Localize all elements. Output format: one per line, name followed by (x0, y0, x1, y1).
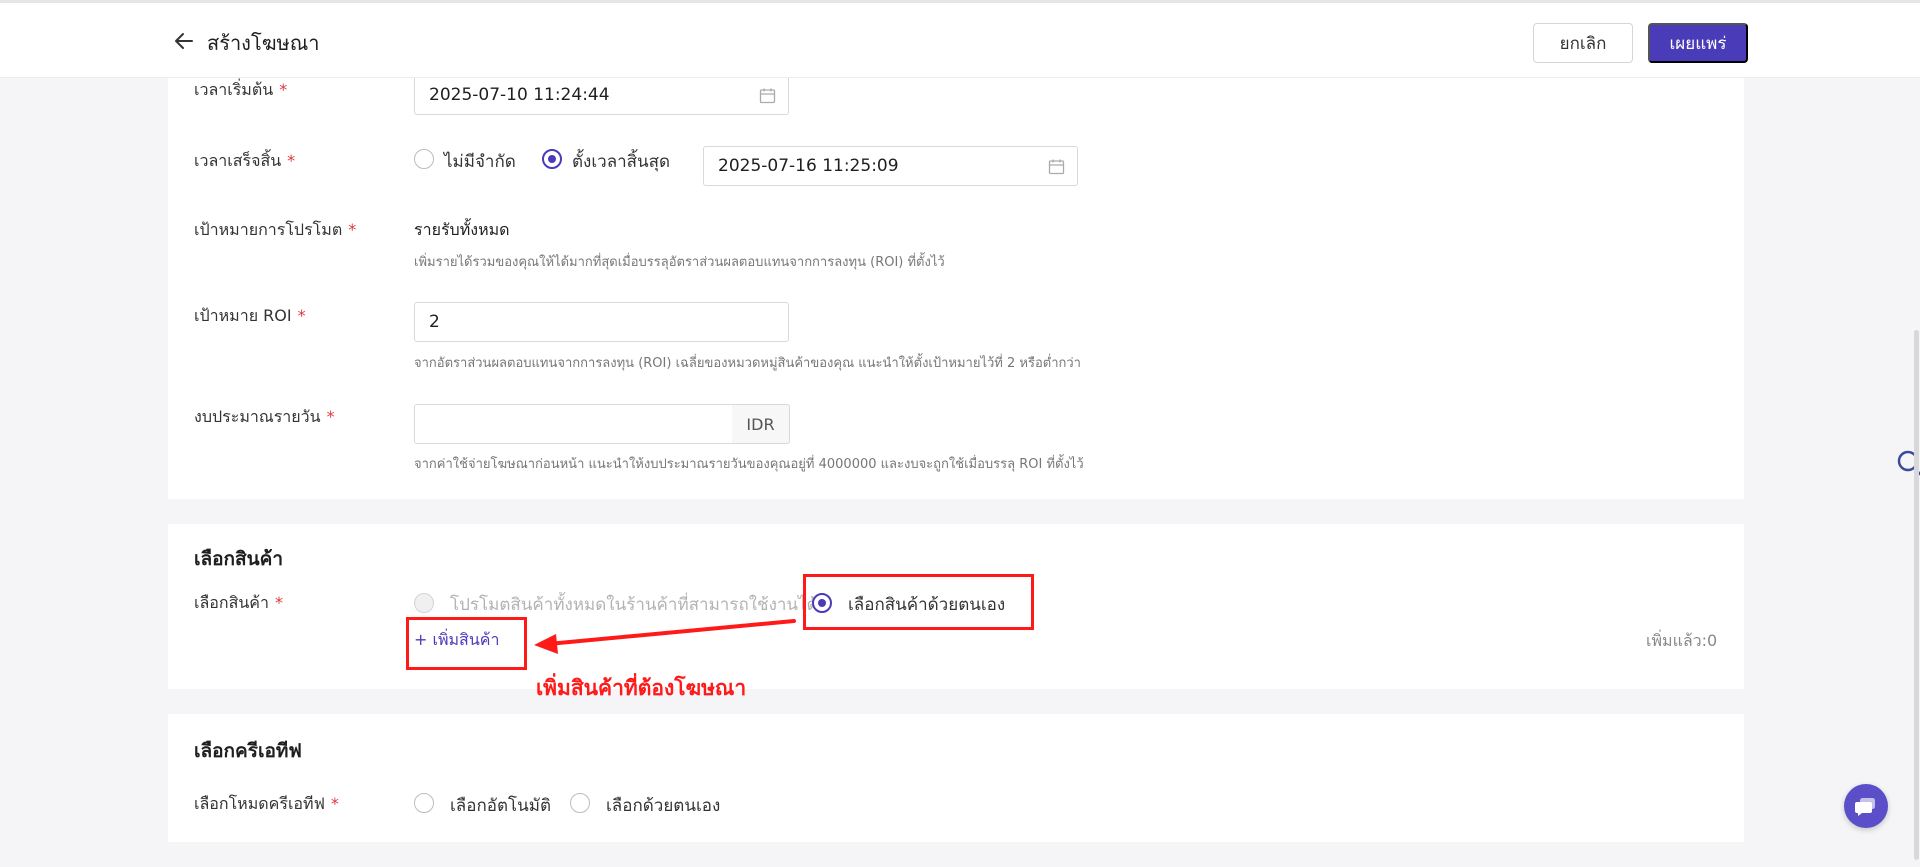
creative-mode-label: เลือกโหมดครีเอทีฟ * (194, 794, 339, 813)
calendar-icon (759, 88, 776, 104)
end-set-time-label[interactable]: ตั้งเวลาสิ้นสุด (572, 148, 670, 175)
daily-budget-hint: จากค่าใช้จ่ายโฆษณาก่อนหน้า แนะนำให้งบประ… (414, 457, 1084, 472)
start-time-label: เวลาเริ่มต้น * (194, 80, 288, 99)
chat-button[interactable] (1844, 784, 1888, 828)
publish-button[interactable]: เผยแพร่ (1648, 23, 1748, 63)
roi-target-input[interactable]: 2 (414, 302, 789, 342)
creative-manual-label[interactable]: เลือกด้วยตนเอง (606, 792, 720, 819)
end-time-label: เวลาเสร็จสิ้น * (194, 151, 296, 170)
end-set-time-radio[interactable] (542, 149, 562, 169)
add-product-button[interactable]: + เพิ่มสินค้า (414, 628, 499, 653)
added-product-count: เพิ่มแล้ว:0 (1646, 631, 1718, 650)
annotation-arrow-icon (534, 619, 796, 654)
page-title: สร้างโฆษณา (207, 31, 320, 55)
arrow-left-icon[interactable] (172, 29, 196, 53)
manual-product-label[interactable]: เลือกสินค้าด้วยตนเอง (848, 591, 1005, 618)
end-unlimited-label[interactable]: ไม่มีจำกัด (444, 148, 516, 175)
roi-target-hint: จากอัตราส่วนผลตอบแทนจากการลงทุน (ROI) เฉ… (414, 356, 1081, 371)
chat-bubble-icon (1855, 798, 1875, 816)
creative-auto-label[interactable]: เลือกอัตโนมัติ (450, 792, 551, 819)
scrollbar-thumb[interactable] (1914, 330, 1919, 860)
cancel-button[interactable]: ยกเลิก (1533, 23, 1633, 63)
currency-suffix: IDR (732, 404, 790, 444)
end-unlimited-radio[interactable] (414, 149, 434, 169)
annotation-text: เพิ่มสินค้าที่ต้องโฆษณา (536, 675, 747, 700)
creative-section-title: เลือกครีเอทีฟ (194, 740, 302, 762)
end-time-input[interactable]: 2025-07-16 11:25:09 (703, 146, 1078, 186)
creative-auto-radio[interactable] (414, 793, 434, 813)
manual-product-radio[interactable] (812, 593, 832, 613)
roi-target-label: เป้าหมาย ROI * (194, 306, 306, 325)
top-bar: สร้างโฆษณา ยกเลิก เผยแพร่ (0, 0, 1920, 78)
calendar-icon (1048, 159, 1065, 175)
promote-all-radio (414, 593, 434, 613)
start-time-input[interactable]: 2025-07-10 11:24:44 (414, 75, 789, 115)
promotion-goal-label: เป้าหมายการโปรโมต * (194, 220, 357, 239)
creative-selection-card (168, 714, 1744, 842)
daily-budget-label: งบประมาณรายวัน * (194, 407, 335, 426)
promotion-goal-value: รายรับทั้งหมด (414, 220, 510, 239)
creative-manual-radio[interactable] (570, 793, 590, 813)
product-select-label: เลือกสินค้า * (194, 593, 283, 612)
product-section-title: เลือกสินค้า (194, 548, 284, 570)
promotion-goal-hint: เพิ่มรายได้รวมของคุณให้ได้มากที่สุดเมื่อ… (414, 255, 945, 270)
daily-budget-input[interactable] (414, 404, 733, 444)
ad-settings-card (168, 78, 1744, 499)
